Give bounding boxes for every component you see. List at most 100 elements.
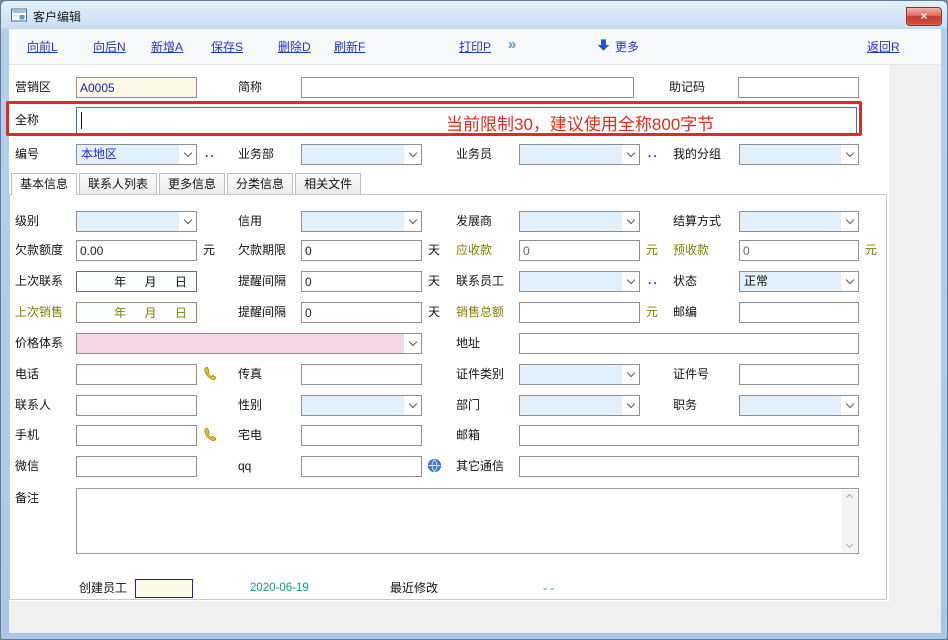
- dept-select[interactable]: [519, 395, 640, 416]
- refresh-button[interactable]: 刷新F: [334, 38, 365, 55]
- more-arrow-icon[interactable]: [597, 38, 610, 52]
- day-unit: 天: [428, 302, 440, 323]
- chevron-down-icon: [179, 212, 196, 231]
- prev-button[interactable]: 向前L: [27, 38, 58, 55]
- postcode-label: 邮编: [673, 302, 697, 323]
- chevron-down-icon: [404, 145, 421, 164]
- phone-input[interactable]: [76, 364, 197, 385]
- back-button[interactable]: 返回R: [867, 38, 900, 55]
- mnemonic-input[interactable]: [738, 77, 859, 98]
- postcode-input[interactable]: [739, 302, 859, 323]
- region-lookup-button[interactable]: ..: [205, 144, 216, 165]
- other-comm-input[interactable]: [519, 456, 859, 477]
- delete-button[interactable]: 删除D: [278, 38, 311, 55]
- advance-input[interactable]: [739, 240, 859, 261]
- print-button[interactable]: 打印P: [459, 38, 491, 55]
- remind-interval2-input[interactable]: [301, 302, 422, 323]
- chevron-down-icon: [622, 212, 639, 231]
- position-label: 职务: [673, 395, 697, 416]
- position-select[interactable]: [739, 395, 859, 416]
- address-input[interactable]: [519, 333, 859, 354]
- contact-input[interactable]: [76, 395, 197, 416]
- cert-no-input[interactable]: [739, 364, 859, 385]
- wechat-input[interactable]: [76, 456, 197, 477]
- salesman-select[interactable]: [519, 144, 640, 165]
- wechat-label: 微信: [15, 456, 39, 477]
- contact-staff-lookup-button[interactable]: ..: [648, 271, 659, 292]
- tab-category-info[interactable]: 分类信息: [227, 173, 293, 194]
- chevron-down-icon: [841, 145, 858, 164]
- modified-label: 最近修改: [390, 578, 438, 599]
- modified-value: - -: [543, 578, 554, 599]
- dialog-client-area: 向前L 向后N 新增A 保存S 删除D 刷新F 打印P » 更多 返回R 营销区…: [9, 29, 941, 633]
- last-sale-date-input[interactable]: 年月日: [76, 302, 197, 323]
- other-comm-label: 其它通信: [456, 456, 504, 477]
- credit-select[interactable]: [301, 211, 422, 232]
- address-label: 地址: [456, 333, 480, 354]
- developer-label: 发展商: [456, 211, 492, 232]
- settlement-select[interactable]: [739, 211, 859, 232]
- email-label: 邮箱: [456, 425, 480, 446]
- salesman-label: 业务员: [456, 144, 492, 165]
- status-label: 状态: [673, 271, 697, 292]
- remark-textarea[interactable]: [76, 488, 859, 554]
- gender-label: 性别: [238, 395, 262, 416]
- chevron-down-icon: [622, 272, 639, 291]
- contact-label: 联系人: [15, 395, 51, 416]
- last-contact-date-input[interactable]: 年月日: [76, 271, 197, 292]
- expand-chevrons-icon[interactable]: »: [508, 36, 516, 53]
- qq-input[interactable]: [301, 456, 422, 477]
- gender-select[interactable]: [301, 395, 422, 416]
- developer-select[interactable]: [519, 211, 640, 232]
- chevron-down-icon: [622, 145, 639, 164]
- remark-scrollbar[interactable]: [842, 490, 857, 552]
- phone-label: 电话: [15, 364, 39, 385]
- home-phone-input[interactable]: [301, 425, 422, 446]
- titlebar[interactable]: 客户编辑: [1, 1, 948, 29]
- email-input[interactable]: [519, 425, 859, 446]
- tab-contact-list[interactable]: 联系人列表: [79, 173, 157, 194]
- next-button[interactable]: 向后N: [93, 38, 126, 55]
- qq-messenger-icon[interactable]: [427, 458, 442, 473]
- marketing-area-input[interactable]: [76, 77, 197, 98]
- more-button[interactable]: 更多: [615, 38, 639, 55]
- price-system-select[interactable]: [76, 333, 422, 354]
- salesman-lookup-button[interactable]: ..: [648, 144, 659, 165]
- short-name-label: 简称: [238, 77, 262, 98]
- my-group-select[interactable]: [739, 144, 859, 165]
- save-button[interactable]: 保存S: [211, 38, 243, 55]
- tab-related-files[interactable]: 相关文件: [295, 173, 361, 194]
- phone-dial-icon[interactable]: [202, 427, 218, 443]
- number-label: 编号: [15, 144, 39, 165]
- tabstrip: 基本信息 联系人列表 更多信息 分类信息 相关文件: [11, 173, 363, 195]
- close-button[interactable]: ×: [906, 7, 942, 26]
- tab-more-info[interactable]: 更多信息: [159, 173, 225, 194]
- sales-total-input[interactable]: [519, 302, 640, 323]
- add-button[interactable]: 新增A: [151, 38, 183, 55]
- mnemonic-label: 助记码: [669, 77, 705, 98]
- remind-interval-input[interactable]: [301, 271, 422, 292]
- fax-input[interactable]: [301, 364, 422, 385]
- close-icon: ×: [920, 9, 927, 23]
- level-select[interactable]: [76, 211, 197, 232]
- cert-type-select[interactable]: [519, 364, 640, 385]
- region-select[interactable]: 本地区: [76, 144, 197, 165]
- remind-interval-label: 提醒间隔: [238, 302, 286, 323]
- chevron-down-icon: [841, 272, 858, 291]
- creator-input[interactable]: [135, 579, 193, 598]
- last-contact-label: 上次联系: [15, 271, 63, 292]
- sales-total-label: 销售总额: [456, 302, 504, 323]
- contact-staff-select[interactable]: [519, 271, 640, 292]
- status-select[interactable]: 正常: [739, 271, 859, 292]
- mobile-input[interactable]: [76, 425, 197, 446]
- debt-term-input[interactable]: [301, 240, 422, 261]
- price-system-label: 价格体系: [15, 333, 63, 354]
- debt-limit-input[interactable]: [76, 240, 197, 261]
- phone-dial-icon[interactable]: [202, 366, 218, 382]
- short-name-input[interactable]: [301, 77, 634, 98]
- receivable-input[interactable]: [519, 240, 640, 261]
- business-dept-select[interactable]: [301, 144, 422, 165]
- debt-limit-label: 欠款额度: [15, 240, 63, 261]
- advance-label: 预收款: [673, 240, 709, 261]
- tab-basic-info[interactable]: 基本信息: [11, 173, 77, 195]
